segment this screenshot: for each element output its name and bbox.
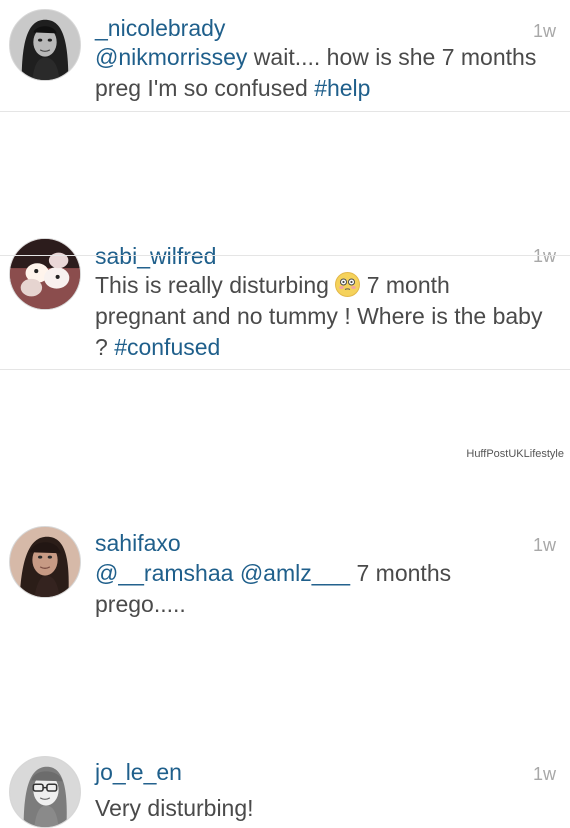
avatar[interactable] <box>9 9 81 81</box>
comment-list: _nicolebrady 1w @nikmorrissey wait.... h… <box>0 0 570 828</box>
watermark-label: HuffPostUKLifestyle <box>466 448 564 460</box>
avatar[interactable] <box>9 526 81 598</box>
divider <box>0 111 570 112</box>
hashtag-link[interactable]: #help <box>314 75 370 101</box>
avatar-image <box>10 10 80 80</box>
comment-text-part: Very disturbing! <box>95 795 254 821</box>
divider <box>0 369 570 370</box>
comment-username[interactable]: jo_le_en <box>95 761 182 784</box>
divider <box>0 255 570 256</box>
comment-item: sabi_wilfred 1w This is really disturbin… <box>0 114 570 360</box>
comment-text: @nikmorrissey wait.... how is she 7 mont… <box>95 42 545 104</box>
comment-username[interactable]: sahifaxo <box>95 532 181 555</box>
avatar-image <box>10 757 80 827</box>
mention-link[interactable]: @__ramshaa <box>95 560 233 586</box>
mention-link[interactable]: @nikmorrissey <box>95 44 247 70</box>
comment-item: _nicolebrady 1w @nikmorrissey wait.... h… <box>0 0 570 112</box>
comment-username[interactable]: _nicolebrady <box>95 17 225 40</box>
avatar-image <box>10 527 80 597</box>
mention-link[interactable]: @amlz___ <box>240 560 350 586</box>
comment-timestamp: 1w <box>532 21 556 41</box>
comment-text: Very disturbing! <box>95 793 545 824</box>
comment-item: sahifaxo 1w @__ramshaa @amlz___ 7 months… <box>0 258 570 617</box>
avatar[interactable] <box>9 756 81 828</box>
comment-text: @__ramshaa @amlz___ 7 months prego..... <box>95 558 545 620</box>
comment-timestamp: 1w <box>532 535 556 555</box>
comment-timestamp: 1w <box>532 764 556 784</box>
